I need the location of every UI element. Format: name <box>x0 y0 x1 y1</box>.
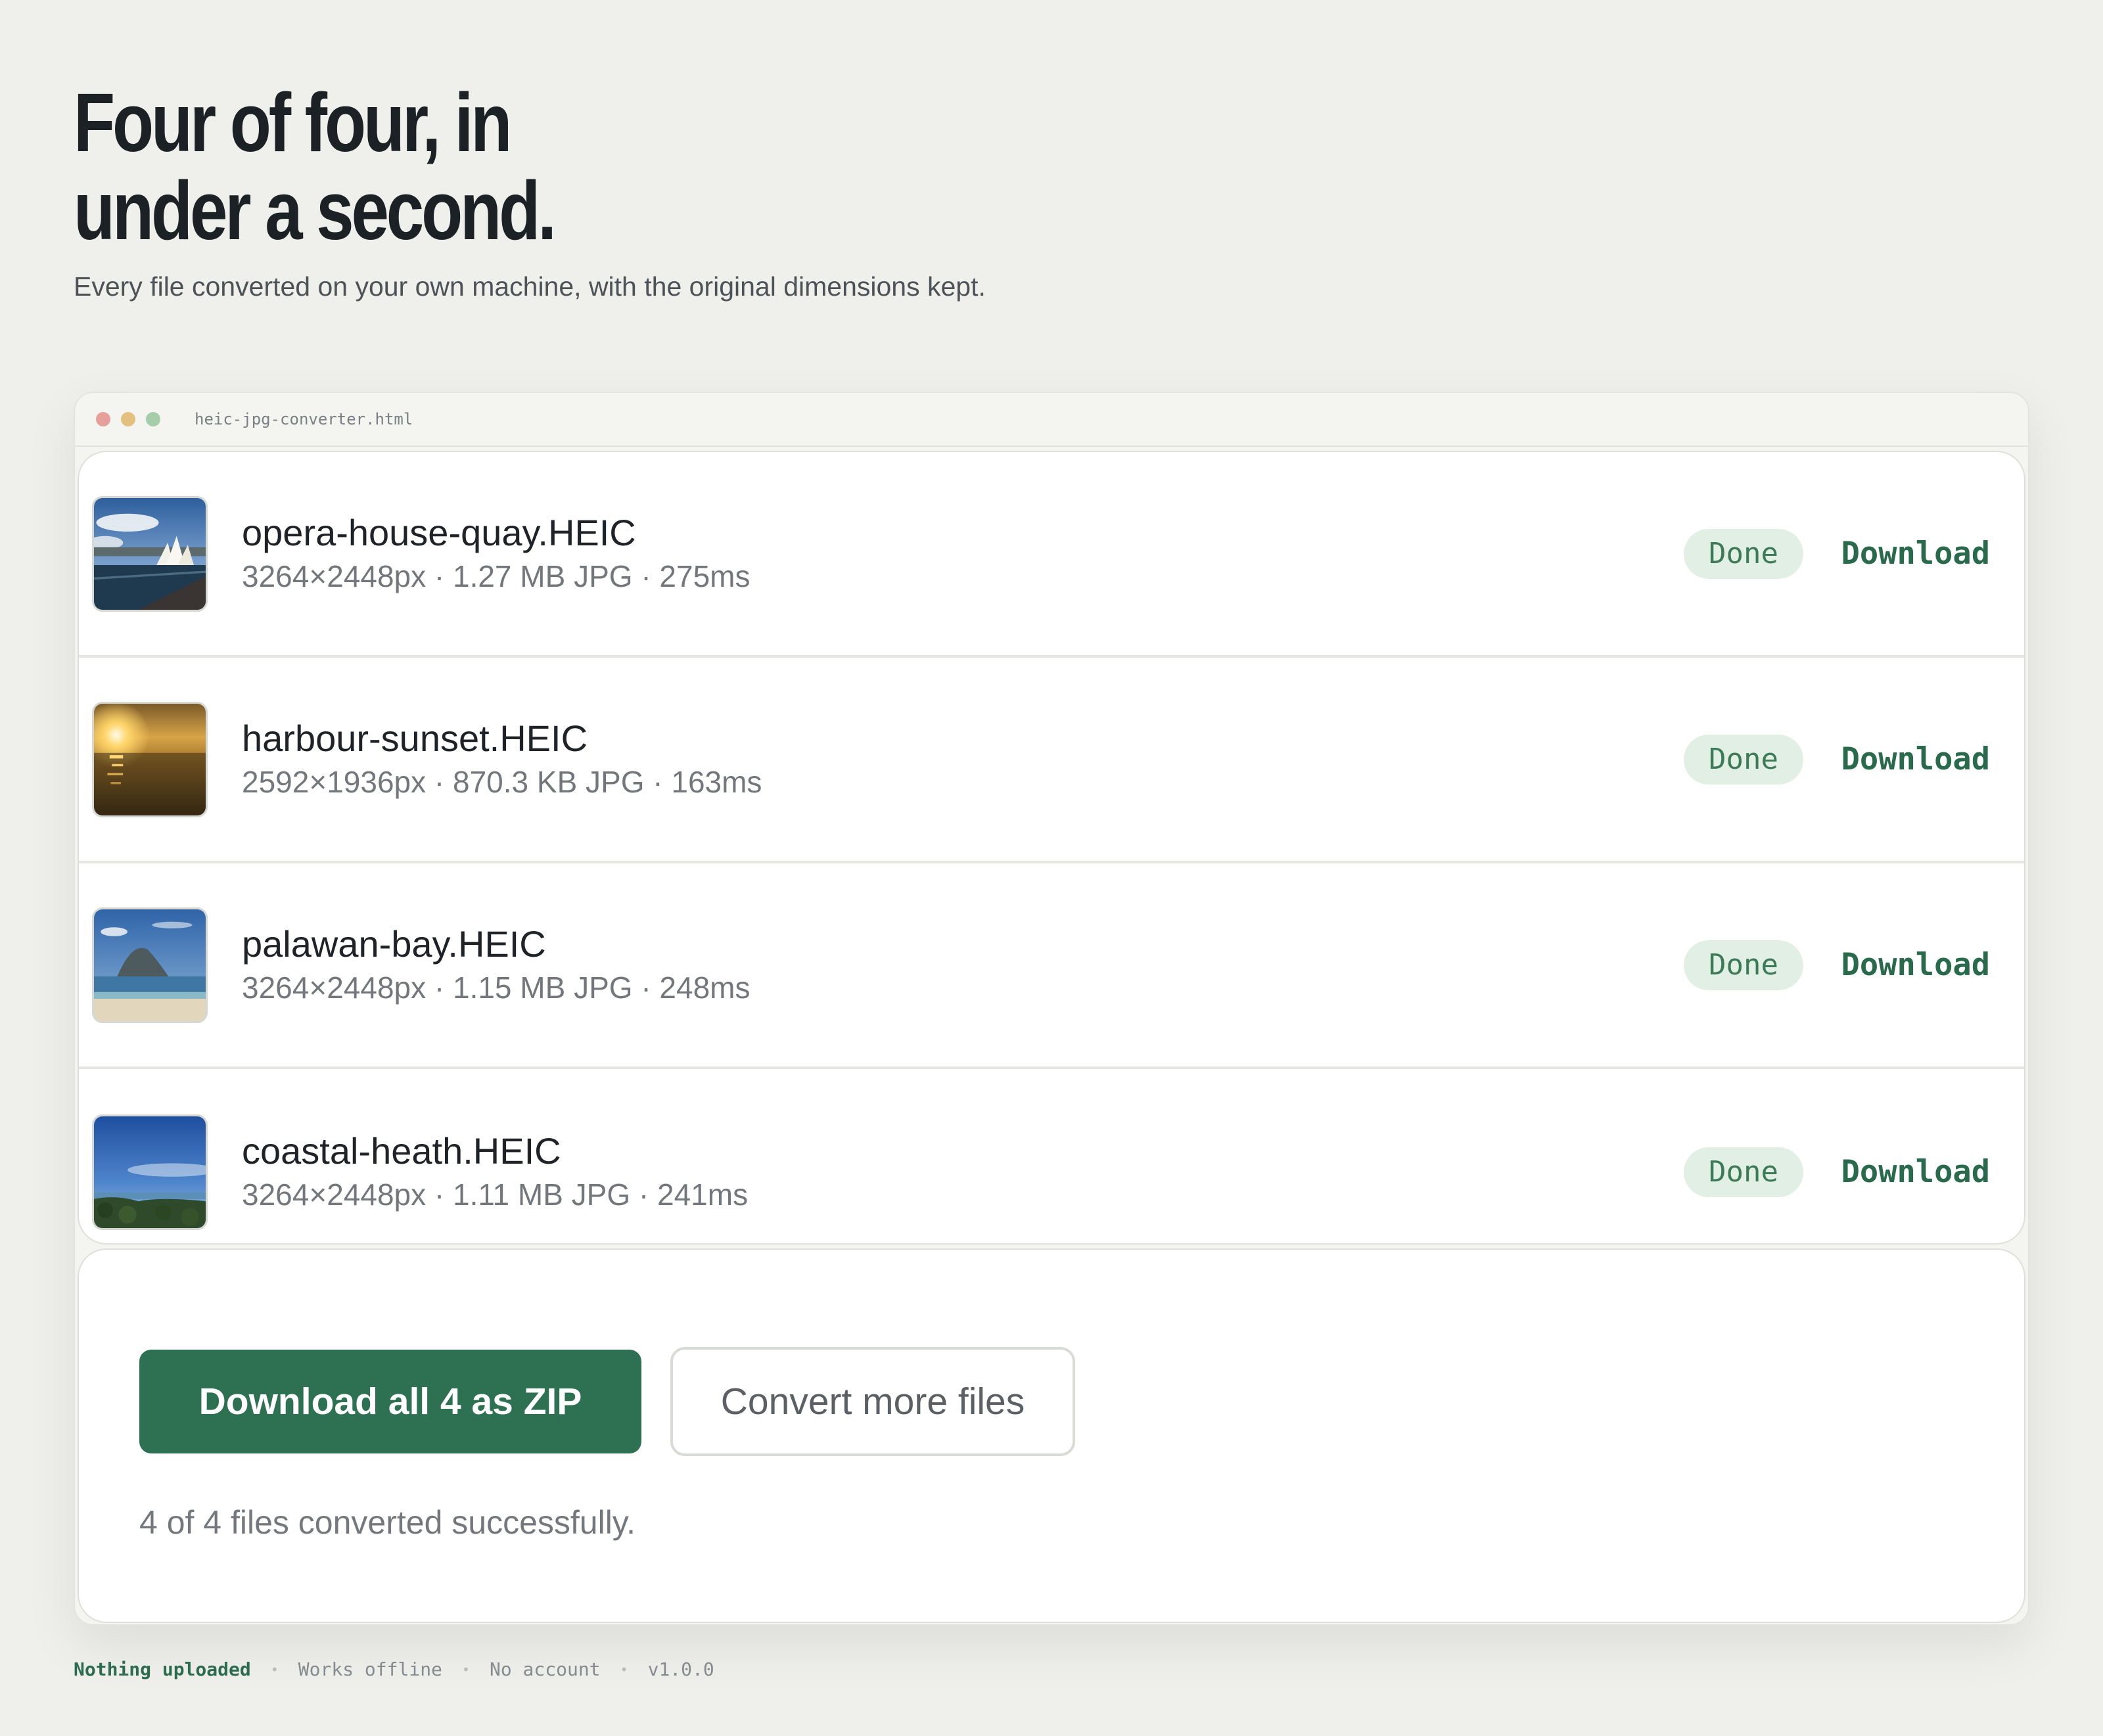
download-button[interactable]: Download <box>1841 947 1990 983</box>
status-badge: Done <box>1684 528 1803 579</box>
file-name: palawan-bay.HEIC <box>242 923 546 965</box>
file-info: coastal-heath.HEIC 3264×2448px · 1.11 MB… <box>242 1130 748 1215</box>
download-all-zip-button[interactable]: Download all 4 as ZIP <box>139 1350 641 1453</box>
file-name: harbour-sunset.HEIC <box>242 717 588 759</box>
file-info: harbour-sunset.HEIC 2592×1936px · 870.3 … <box>242 717 762 802</box>
footer-separator: • <box>270 1661 279 1678</box>
download-button[interactable]: Download <box>1841 741 1990 777</box>
file-row: harbour-sunset.HEIC 2592×1936px · 870.3 … <box>79 658 2024 863</box>
file-row: opera-house-quay.HEIC 3264×2448px · 1.27… <box>79 452 2024 658</box>
status-badge: Done <box>1684 940 1803 990</box>
file-info: opera-house-quay.HEIC 3264×2448px · 1.27… <box>242 511 751 597</box>
footer-separator: • <box>461 1661 470 1678</box>
page-subtitle: Every file converted on your own machine… <box>74 271 986 302</box>
page-title-line-1: Four of four, in <box>74 76 512 169</box>
file-list: opera-house-quay.HEIC 3264×2448px · 1.27… <box>78 451 2025 1245</box>
footer-item-version: v1.0.0 <box>647 1658 714 1680</box>
status-badge: Done <box>1684 1147 1803 1197</box>
maximize-window-dot[interactable] <box>146 412 160 426</box>
file-info: palawan-bay.HEIC 3264×2448px · 1.15 MB J… <box>242 923 751 1008</box>
window-filename: heic-jpg-converter.html <box>195 410 413 428</box>
file-row: coastal-heath.HEIC 3264×2448px · 1.11 MB… <box>79 1069 2024 1243</box>
conversion-status-text: 4 of 4 files converted successfully. <box>139 1504 636 1541</box>
window-titlebar: heic-jpg-converter.html <box>75 393 2028 447</box>
file-name: opera-house-quay.HEIC <box>242 511 636 553</box>
convert-more-files-button[interactable]: Convert more files <box>670 1347 1075 1456</box>
island-bay-thumbnail-image <box>92 907 208 1023</box>
footer-separator: • <box>620 1661 628 1678</box>
footer-item-no-account: No account <box>489 1658 601 1680</box>
close-window-dot[interactable] <box>96 412 110 426</box>
footer-item-works-offline: Works offline <box>298 1658 442 1680</box>
file-meta: 3264×2448px · 1.27 MB JPG · 275ms <box>242 559 751 593</box>
app-window: heic-jpg-converter.html opera-house-quay… <box>74 392 2029 1626</box>
download-button[interactable]: Download <box>1841 1154 1990 1190</box>
download-button[interactable]: Download <box>1841 536 1990 572</box>
hero: Four of four, in under a second. Every f… <box>74 79 1059 302</box>
status-badge: Done <box>1684 734 1803 785</box>
file-name: coastal-heath.HEIC <box>242 1130 561 1172</box>
opera-house-thumbnail-image <box>92 495 208 612</box>
footer-item-nothing-uploaded: Nothing uploaded <box>74 1658 251 1680</box>
footer: Nothing uploaded • Works offline • No ac… <box>74 1658 714 1680</box>
actions-panel: Download all 4 as ZIP Convert more files… <box>78 1248 2025 1623</box>
sunset-thumbnail-image <box>92 701 208 817</box>
page-title: Four of four, in under a second. <box>74 79 666 255</box>
file-row: palawan-bay.HEIC 3264×2448px · 1.15 MB J… <box>79 863 2024 1069</box>
file-meta: 2592×1936px · 870.3 KB JPG · 163ms <box>242 764 762 799</box>
page-title-line-2: under a second. <box>74 164 557 257</box>
file-meta: 3264×2448px · 1.15 MB JPG · 248ms <box>242 970 751 1005</box>
file-meta: 3264×2448px · 1.11 MB JPG · 241ms <box>242 1177 749 1212</box>
minimize-window-dot[interactable] <box>121 412 135 426</box>
coastal-heath-thumbnail-image <box>92 1114 208 1230</box>
